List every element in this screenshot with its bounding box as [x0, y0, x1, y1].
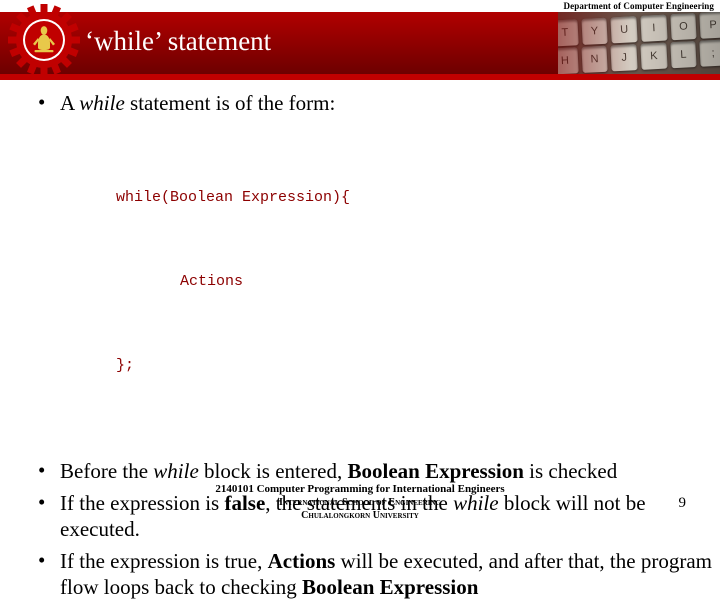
- footer-course-line: 2140101 Computer Programming for Interna…: [215, 483, 505, 495]
- page-title: ‘while’ statement: [85, 26, 272, 56]
- footer-school-line: International School of Engineering: [279, 497, 441, 508]
- slide-content: A while statement is of the form: while(…: [0, 89, 720, 600]
- slide-header: Department of Computer Engineering T Y U…: [0, 0, 720, 84]
- bullet1-pre: A: [60, 91, 80, 115]
- bullet-item-4: If the expression is true, Actions will …: [30, 547, 720, 600]
- keyboard-key: P: [699, 12, 720, 39]
- keyboard-key: Y: [581, 17, 609, 45]
- keyboard-key: T: [558, 19, 579, 47]
- chula-engineering-gear-icon: [8, 4, 80, 76]
- bullet4-p1: If the expression is true,: [60, 549, 268, 573]
- keyboard-photo: T Y U I O P H N J K L ;: [558, 12, 720, 74]
- page-number: 9: [678, 495, 687, 511]
- keyboard-key: ;: [699, 39, 720, 67]
- code-snippet: while(Boolean Expression){ Actions };: [0, 128, 720, 436]
- code-line-3: };: [116, 357, 135, 374]
- bullet2-p1: Before the: [60, 459, 154, 483]
- bullet-list: A while statement is of the form: while(…: [0, 89, 720, 600]
- bullet4-bold-2: Boolean Expression: [302, 575, 479, 599]
- keyboard-key: U: [610, 16, 638, 44]
- keyboard-key: K: [640, 42, 668, 70]
- keyboard-key: L: [669, 41, 697, 69]
- keyboard-key: H: [558, 47, 579, 74]
- slide-footer: 2140101 Computer Programming for Interna…: [0, 482, 720, 522]
- department-label: Department of Computer Engineering: [563, 1, 714, 11]
- code-line-1: while(Boolean Expression){: [116, 184, 720, 212]
- bullet-item-2: Before the while block is entered, Boole…: [30, 457, 720, 484]
- keyboard-key: O: [669, 13, 697, 41]
- bullet-item-1: A while statement is of the form:: [30, 89, 720, 116]
- bullet2-emphasis: while: [153, 459, 199, 483]
- bullet1-emphasis: while: [79, 91, 125, 115]
- bullet2-p3: is checked: [523, 459, 618, 483]
- bullet2-p2: block is entered,: [198, 459, 348, 483]
- code-line-1-rest: (Boolean Expression){: [161, 189, 351, 206]
- footer-university-line: Chulalongkorn University: [301, 510, 419, 521]
- keyboard-key: N: [581, 45, 609, 73]
- keyboard-key: J: [610, 44, 638, 72]
- bullet4-bold-1: Actions: [267, 549, 336, 573]
- keyboard-key: I: [640, 14, 668, 42]
- bullet1-post: statement is of the form:: [124, 91, 336, 115]
- bullet2-bold: Boolean Expression: [347, 459, 524, 483]
- code-keyword-while: while: [116, 189, 162, 206]
- code-line-2: Actions: [180, 273, 244, 290]
- header-underline: [0, 74, 720, 80]
